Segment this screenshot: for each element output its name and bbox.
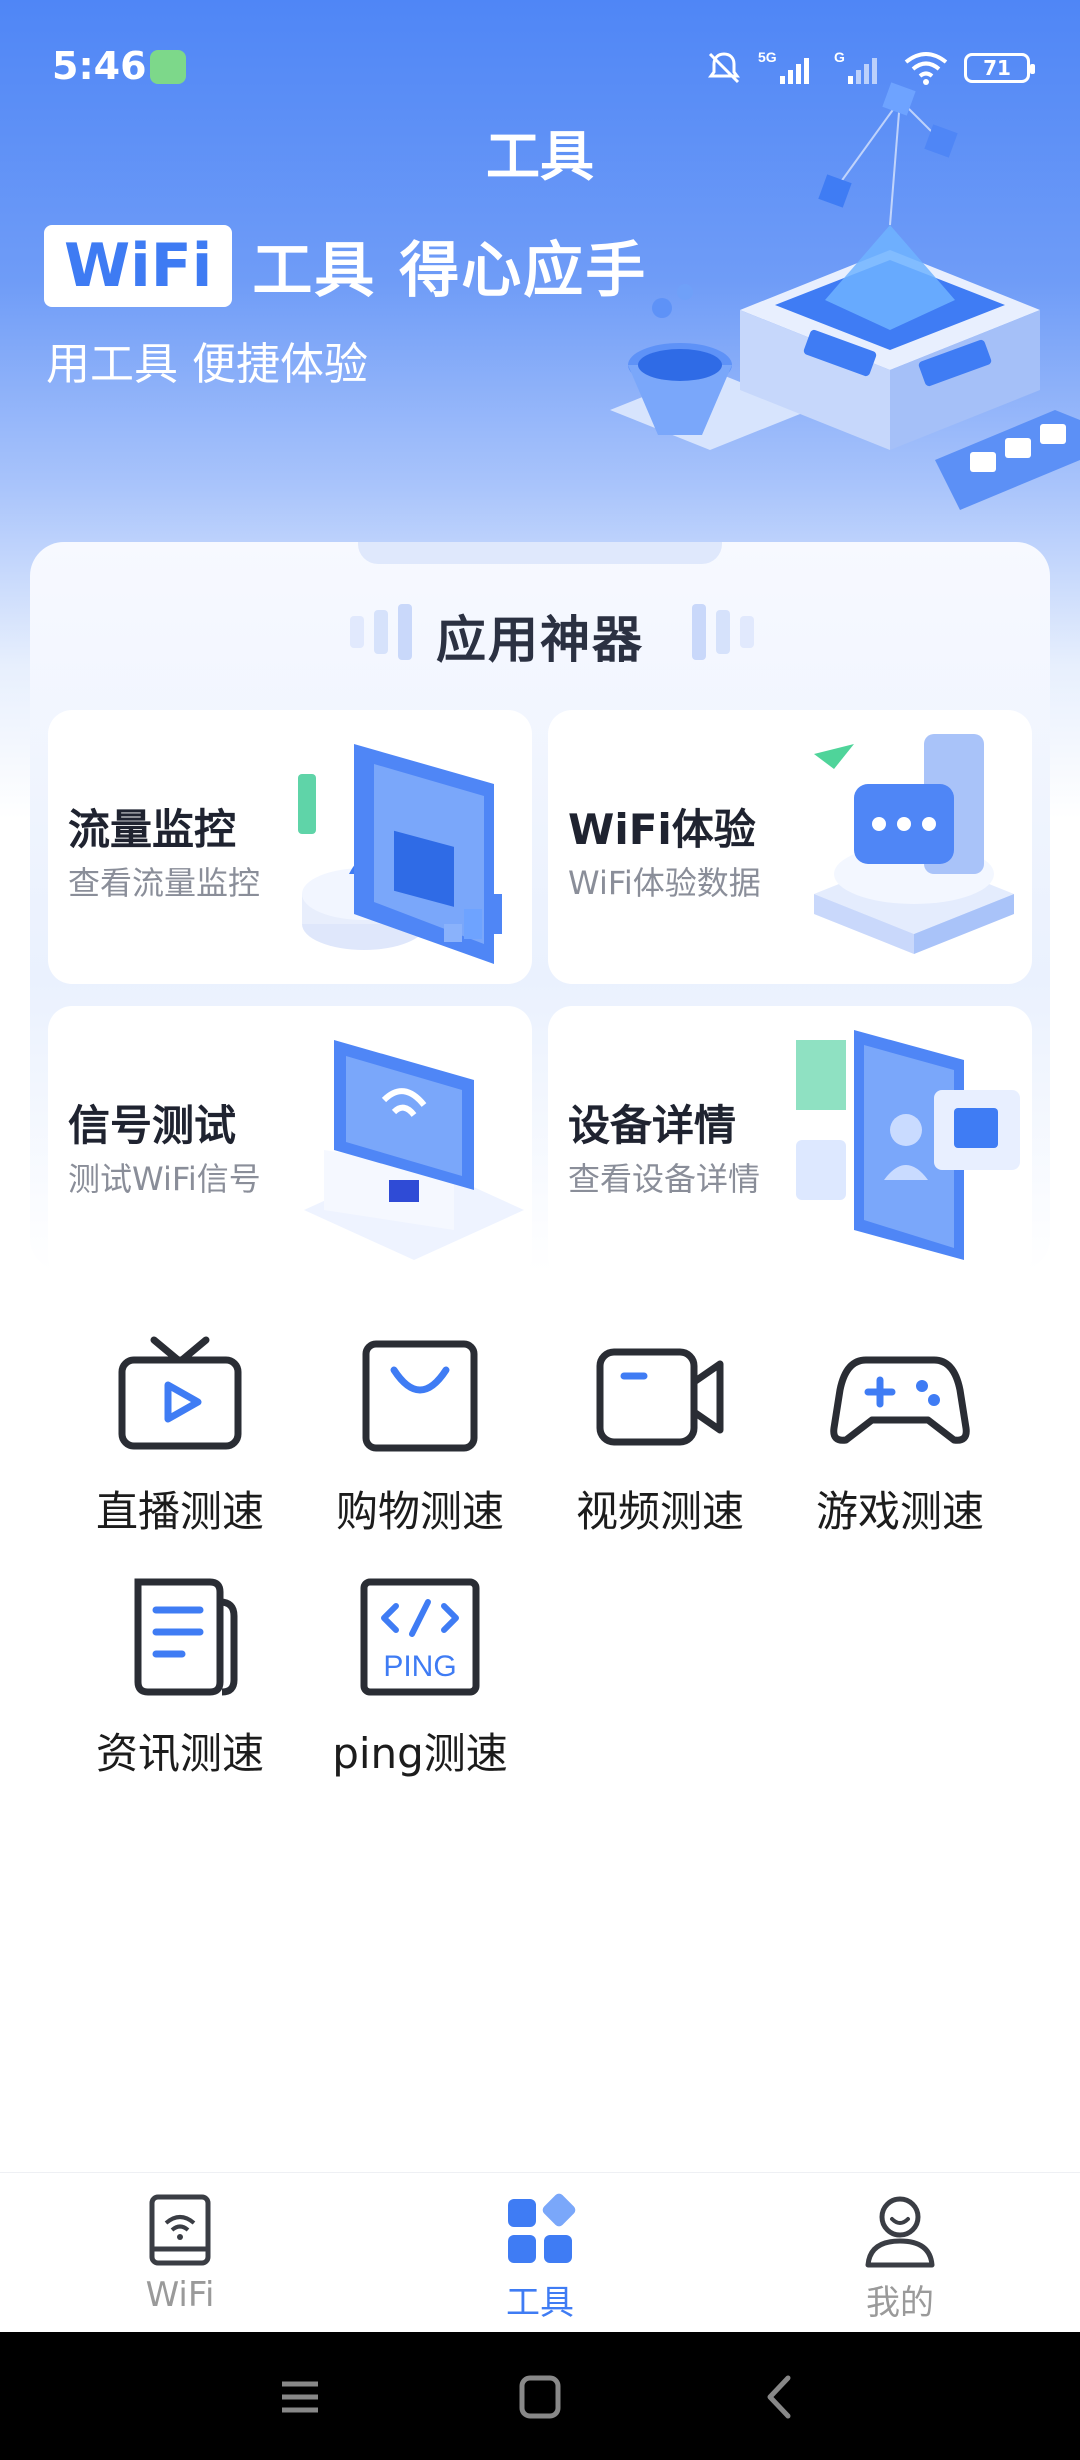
section-header: 应用神器: [30, 600, 1050, 672]
profile-icon: [865, 2196, 935, 2268]
news-document-icon: [134, 1578, 238, 1696]
feature-subtitle: 测试WiFi信号: [68, 1160, 261, 1198]
speed-test-ping[interactable]: PING ping测速: [300, 1572, 540, 1781]
ping-icon-text: PING: [383, 1650, 456, 1683]
status-time: 5:46: [52, 44, 147, 88]
feature-title: WiFi体验: [568, 805, 756, 854]
shopping-bag-icon: [362, 1340, 478, 1452]
section-title: 应用神器: [436, 611, 644, 669]
nav-label: 工具: [506, 2283, 574, 2323]
gamepad-icon: [830, 1356, 970, 1444]
wifi-experience-illustration: [814, 734, 1014, 954]
speed-test-label: ping测速: [332, 1729, 508, 1778]
nav-label: WiFi: [145, 2275, 215, 2315]
speed-test-shopping[interactable]: 购物测速: [300, 1330, 540, 1539]
svg-text:G: G: [834, 49, 845, 65]
hero-illustration: [610, 82, 1080, 510]
feature-subtitle: 查看设备详情: [568, 1160, 761, 1198]
feature-title: 设备详情: [568, 1101, 737, 1150]
battery-level: 71: [983, 56, 1011, 80]
live-tv-icon: [118, 1336, 242, 1450]
nav-label: 我的: [866, 2283, 934, 2323]
android-notification-icon: [150, 50, 186, 84]
feature-card-signal-test[interactable]: 信号测试 测试WiFi信号: [48, 1006, 532, 1280]
speed-test-game[interactable]: 游戏测速: [780, 1330, 1020, 1539]
feature-card-traffic-monitor[interactable]: 流量监控 查看流量监控: [48, 710, 532, 984]
feature-card-wifi-experience[interactable]: WiFi体验 WiFi体验数据: [548, 710, 1032, 984]
video-camera-icon: [596, 1348, 724, 1446]
card-tab-decoration: [358, 542, 722, 564]
nav-tab-tools[interactable]: 工具: [440, 2191, 640, 2324]
hero-headline: WiFi 工具 得心应手: [44, 222, 647, 309]
hero-slogan: 工具 得心应手: [252, 236, 648, 306]
speed-test-news[interactable]: 资讯测速: [60, 1572, 300, 1781]
feature-card-device-details[interactable]: 设备详情 查看设备详情: [548, 1006, 1032, 1280]
speed-test-label: 游戏测速: [815, 1487, 984, 1536]
wifi-badge: WiFi: [44, 224, 233, 307]
hero-subtitle: 用工具 便捷体验: [46, 339, 368, 390]
wifi-tab-icon: [149, 2194, 211, 2266]
menu-icon[interactable]: [270, 2372, 330, 2422]
system-navigation-bar: [0, 2332, 1080, 2460]
feature-subtitle: 查看流量监控: [68, 864, 261, 902]
speed-test-label: 直播测速: [95, 1487, 264, 1536]
speed-test-video[interactable]: 视频测速: [540, 1330, 780, 1539]
feature-title: 信号测试: [68, 1101, 237, 1150]
device-details-illustration: [796, 1030, 1020, 1260]
traffic-monitor-illustration: [298, 744, 502, 964]
speed-test-label: 视频测速: [575, 1487, 744, 1536]
app-tools-card: 应用神器 流量监控 查看流量监控 WiFi体验 WiFi体验数据 信号测试 测试…: [30, 542, 1050, 1280]
bottom-navigation: WiFi 工具 我的: [0, 2172, 1080, 2332]
nav-tab-wifi[interactable]: WiFi: [80, 2191, 280, 2315]
ping-code-icon: PING: [360, 1578, 480, 1696]
tools-grid-icon: [508, 2193, 576, 2263]
signal-test-illustration: [304, 1040, 524, 1260]
svg-text:5G: 5G: [758, 49, 777, 65]
feature-subtitle: WiFi体验数据: [568, 864, 761, 902]
back-icon[interactable]: [750, 2372, 810, 2422]
battery-icon: 71: [964, 53, 1035, 83]
speed-test-live[interactable]: 直播测速: [60, 1330, 300, 1539]
nav-tab-mine[interactable]: 我的: [800, 2191, 1000, 2324]
feature-title: 流量监控: [68, 805, 237, 854]
speed-test-label: 资讯测速: [95, 1729, 264, 1778]
home-icon[interactable]: [510, 2372, 570, 2422]
speed-test-label: 购物测速: [335, 1487, 504, 1536]
